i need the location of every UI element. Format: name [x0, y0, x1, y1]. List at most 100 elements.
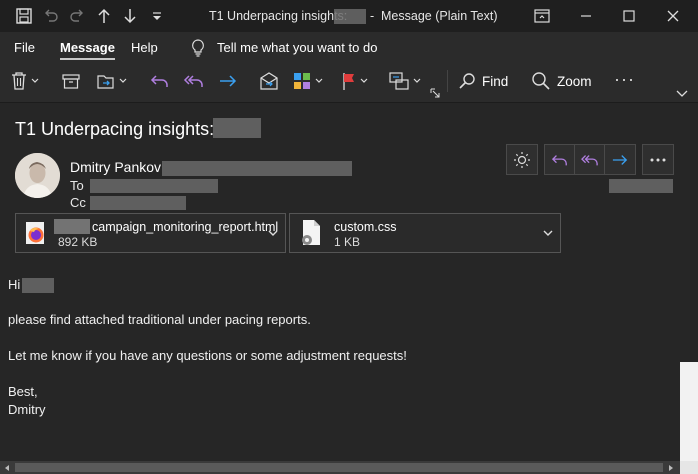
save-icon[interactable] [15, 7, 33, 25]
menu-help[interactable]: Help [131, 40, 158, 55]
maximize-button[interactable] [607, 0, 651, 32]
ribbon: Find Zoom ··· [0, 62, 698, 103]
more-icon: ··· [614, 68, 635, 89]
reply-icon [150, 75, 168, 87]
restore-ribbon-button[interactable] [520, 0, 564, 32]
message-subject: T1 Underpacing insights: [15, 119, 215, 139]
attachment-size: 892 KB [58, 235, 98, 249]
chevron-down-icon [315, 78, 323, 83]
chevron-down-icon [360, 78, 368, 83]
reply-all-button[interactable] [183, 70, 205, 92]
header-forward-button[interactable] [604, 144, 636, 175]
minimize-button[interactable] [564, 0, 608, 32]
search-icon [459, 73, 475, 89]
next-item-icon[interactable] [121, 7, 139, 25]
menu-bar: File Message Help Tell me what you want … [0, 32, 698, 62]
reply-button[interactable] [150, 70, 170, 92]
body-line-2: Let me know if you have any questions or… [8, 348, 407, 363]
chevron-down-icon[interactable] [268, 230, 278, 237]
mark-unread-icon [260, 72, 278, 90]
forward-button[interactable] [218, 70, 238, 92]
body-line-1: please find attached traditional under p… [8, 312, 311, 327]
page-edge [680, 362, 698, 462]
reply-icon [551, 154, 567, 165]
avatar[interactable] [15, 153, 60, 198]
header-reply-button[interactable] [544, 144, 576, 175]
attachment-name: campaign_monitoring_report.html [92, 220, 279, 234]
menu-file[interactable]: File [14, 40, 35, 55]
zoom-label: Zoom [557, 73, 592, 89]
redacted-block [22, 278, 54, 293]
close-button[interactable] [651, 0, 695, 32]
scroll-right-icon[interactable] [667, 464, 675, 472]
lightbulb-icon [192, 39, 204, 57]
tell-me-search[interactable]: Tell me what you want to do [217, 40, 377, 55]
window-title: T1 Underpacing insights: [209, 9, 348, 23]
follow-up-button[interactable] [341, 70, 368, 92]
divider [447, 70, 448, 92]
collapse-ribbon-icon[interactable] [676, 90, 688, 98]
archive-button[interactable] [62, 70, 80, 92]
attachment-name: custom.css [334, 220, 397, 234]
chevron-down-icon [413, 78, 421, 83]
redacted-block [54, 219, 90, 234]
close-icon [667, 10, 679, 22]
to-label: To [70, 178, 84, 193]
header-reply-all-button[interactable] [574, 144, 606, 175]
delete-button[interactable] [10, 70, 39, 92]
trash-icon [12, 72, 26, 90]
redacted-block [90, 179, 218, 193]
cc-label: Cc [70, 195, 86, 210]
body-greeting: Hi [8, 277, 21, 292]
minimize-icon [581, 15, 591, 17]
body-closing: Best, [8, 384, 38, 399]
css-file-icon [302, 220, 320, 245]
menu-message[interactable]: Message [60, 40, 115, 60]
redacted-block [609, 179, 673, 193]
theme-toggle-button[interactable] [506, 144, 538, 175]
scrollbar-thumb[interactable] [15, 463, 663, 472]
categorize-icon [294, 73, 310, 89]
zoom-button[interactable]: Zoom [531, 70, 592, 92]
forward-icon [612, 154, 628, 165]
sender-name[interactable]: Dmitry Pankov [70, 159, 161, 175]
attachment-css[interactable]: custom.css 1 KB [289, 213, 561, 253]
header-more-button[interactable] [642, 144, 674, 175]
rules-button[interactable] [388, 70, 421, 92]
move-button[interactable] [96, 70, 127, 92]
previous-item-icon[interactable] [95, 7, 113, 25]
scrollbar-corner [680, 461, 698, 474]
chevron-down-icon [119, 78, 127, 83]
window-title-separator: - [370, 9, 375, 23]
sun-icon [514, 151, 530, 168]
redo-icon[interactable] [68, 7, 86, 25]
attachment-html[interactable]: campaign_monitoring_report.html 892 KB [15, 213, 286, 253]
attachment-size: 1 KB [334, 235, 361, 249]
title-bar: T1 Underpacing insights: - Message (Plai… [0, 0, 698, 32]
firefox-html-icon [26, 222, 44, 244]
dialog-launcher-icon[interactable] [430, 88, 440, 98]
redacted-block [162, 161, 352, 176]
maximize-icon [623, 10, 635, 22]
find-label: Find [482, 73, 509, 89]
reply-all-icon [183, 75, 203, 87]
undo-icon[interactable] [42, 7, 60, 25]
chevron-down-icon [31, 78, 39, 83]
reply-all-icon [581, 154, 598, 165]
person-photo-icon [15, 153, 60, 198]
forward-icon [220, 75, 237, 87]
redacted-block [213, 118, 261, 138]
scroll-left-icon[interactable] [3, 464, 11, 472]
archive-icon [62, 74, 80, 89]
find-button[interactable]: Find [458, 70, 508, 92]
body-signature: Dmitry [8, 402, 46, 417]
redacted-block [90, 196, 186, 210]
more-icon [650, 158, 666, 161]
customize-qat-icon[interactable] [148, 7, 166, 25]
chevron-down-icon[interactable] [543, 230, 553, 237]
categorize-button[interactable] [292, 70, 323, 92]
more-commands-button[interactable]: ··· [614, 68, 635, 90]
read-unread-button[interactable] [258, 70, 280, 92]
ribbon-display-icon [534, 9, 550, 23]
rules-icon [389, 72, 409, 90]
